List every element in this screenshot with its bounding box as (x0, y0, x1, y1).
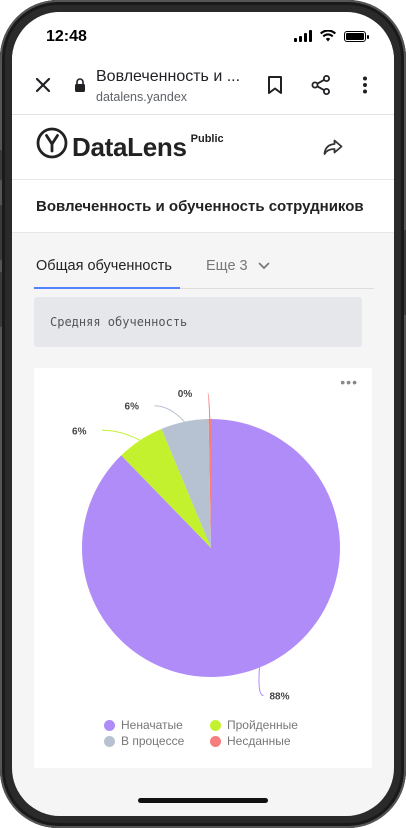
legend-label: Несданные (227, 734, 291, 748)
close-icon[interactable] (32, 74, 54, 96)
bookmark-icon[interactable] (264, 74, 286, 96)
datalens-header: DataLens Public (12, 115, 394, 180)
dashboard-title-bar: Вовлеченность и обученность сотрудников (12, 180, 394, 233)
battery-icon (344, 30, 369, 42)
screen: 12:48 Вовлеченность и ... datalens.yande… (12, 12, 394, 816)
status-bar: 12:48 (12, 12, 394, 58)
tab-more-label: Еще 3 (206, 258, 248, 274)
legend-item-2[interactable]: В процессе (104, 734, 184, 748)
volume-up-button (0, 205, 2, 260)
tab-more[interactable]: Еще 3 (206, 258, 270, 274)
pie-label-1: 6% (72, 426, 87, 437)
mute-switch (0, 150, 2, 180)
dashboard-tabs: Общая обученность Еще 3 (34, 244, 374, 289)
logo-text: DataLens (72, 132, 187, 162)
dashboard-title: Вовлеченность и обученность сотрудников (36, 198, 364, 215)
chevron-down-icon (258, 262, 269, 270)
pie-connector-1 (102, 429, 141, 441)
legend-label: Неначатые (121, 718, 183, 732)
legend-label: Пройденные (227, 718, 298, 732)
pie-connector-0 (258, 667, 264, 697)
signal-icon (294, 30, 312, 42)
browser-url[interactable]: datalens.yandex (96, 90, 187, 104)
home-indicator (138, 798, 268, 803)
chart-card: ••• 0% 6% 6% 88% Неначатые Пройденные В проце… (34, 368, 372, 768)
yandex-logo-icon (36, 127, 68, 159)
more-vert-icon[interactable] (354, 74, 376, 96)
datalens-logo[interactable]: DataLens Public (36, 127, 224, 163)
more-horizontal-icon[interactable]: ••• (340, 374, 358, 390)
legend-swatch (210, 735, 221, 747)
legend-swatch (210, 719, 221, 731)
pie-label-2: 6% (125, 402, 140, 413)
share-arrow-icon[interactable] (322, 137, 344, 157)
pie-label-0: 88% (269, 692, 289, 703)
lock-icon (75, 78, 85, 92)
legend-swatch (104, 719, 115, 731)
pie-connector-3 (207, 392, 211, 420)
section-header: Средняя обученность (34, 297, 362, 347)
wifi-icon (320, 30, 336, 42)
legend-item-3[interactable]: Несданные (210, 734, 291, 748)
pie-connector-2 (154, 405, 185, 423)
phone-frame: 12:48 Вовлеченность и ... datalens.yande… (0, 0, 406, 828)
browser-page-title[interactable]: Вовлеченность и ... (96, 68, 240, 86)
pie-slice-0[interactable] (82, 419, 340, 677)
share-network-icon[interactable] (310, 74, 332, 96)
active-tab-indicator (34, 287, 180, 289)
pie-label-3: 0% (178, 389, 193, 400)
legend-label: В процессе (121, 734, 185, 748)
legend-swatch (104, 735, 115, 747)
legend-item-0[interactable]: Неначатые (104, 718, 183, 732)
logo-public-badge: Public (190, 133, 224, 145)
browser-toolbar: Вовлеченность и ... datalens.yandex (12, 58, 394, 115)
tab-general-training[interactable]: Общая обученность (36, 258, 172, 274)
status-icons (294, 30, 369, 42)
section-title: Средняя обученность (50, 315, 188, 329)
pie-chart: 0% 6% 6% 88% (72, 389, 340, 703)
status-time: 12:48 (46, 28, 87, 45)
volume-down-button (0, 272, 2, 327)
legend-item-1[interactable]: Пройденные (210, 718, 298, 732)
